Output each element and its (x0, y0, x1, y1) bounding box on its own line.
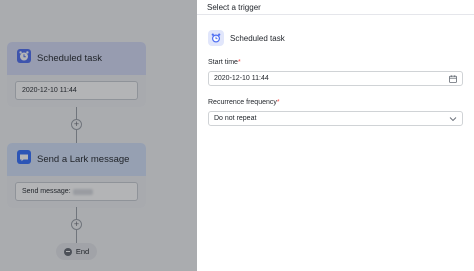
flow-canvas: Scheduled task 2020-12-10 11:44 + Send a… (0, 0, 197, 271)
selected-trigger[interactable]: Scheduled task (208, 30, 285, 46)
modal-overlay[interactable] (0, 0, 197, 271)
start-time-label: Start time* (208, 59, 241, 66)
recurrence-label: Recurrence frequency* (208, 99, 280, 106)
panel-title: Select a trigger (207, 2, 261, 12)
trigger-panel: Select a trigger ✕ Scheduled task Start … (197, 0, 474, 271)
start-time-value: 2020-12-10 11:44 (214, 75, 269, 82)
start-time-label-text: Start time (208, 59, 238, 66)
panel-header: Select a trigger ✕ (197, 0, 474, 15)
recurrence-select[interactable]: Do not repeat (208, 111, 463, 126)
chevron-down-icon[interactable] (449, 116, 457, 122)
recurrence-label-text: Recurrence frequency (208, 99, 277, 106)
required-mark: * (276, 99, 280, 106)
start-time-input[interactable]: 2020-12-10 11:44 (208, 71, 463, 86)
recurrence-value: Do not repeat (214, 115, 257, 122)
trigger-label: Scheduled task (230, 33, 285, 43)
calendar-icon[interactable] (449, 74, 457, 83)
required-mark: * (237, 59, 241, 66)
clock-icon (208, 30, 224, 46)
